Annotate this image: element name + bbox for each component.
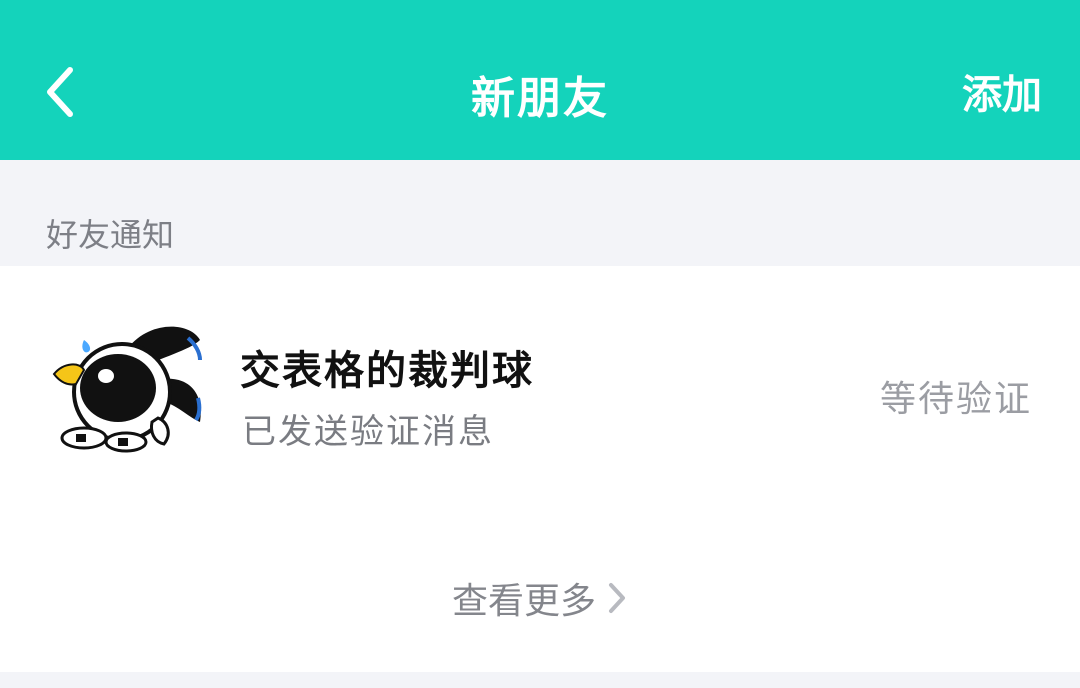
top-bar: 新朋友 添加 xyxy=(0,0,1080,160)
friend-name: 交表格的裁判球 xyxy=(240,347,534,394)
status-label: 等待验证 xyxy=(879,379,1032,420)
chevron-right-icon xyxy=(606,580,628,616)
friend-notice-card: 交表格的裁判球 已发送验证消息 等待验证 查看更多 xyxy=(0,266,1080,672)
add-button[interactable]: 添加 xyxy=(962,62,1042,120)
section-title: 好友通知 xyxy=(46,216,175,254)
page-title: 新朋友 xyxy=(471,73,609,124)
view-more-link[interactable]: 查看更多 xyxy=(0,566,1080,630)
view-more-label: 查看更多 xyxy=(451,581,596,622)
friend-request-message: 已发送验证消息 xyxy=(242,412,494,452)
friend-request-row[interactable]: 交表格的裁判球 已发送验证消息 等待验证 xyxy=(0,266,1080,516)
avatar[interactable] xyxy=(40,310,210,460)
